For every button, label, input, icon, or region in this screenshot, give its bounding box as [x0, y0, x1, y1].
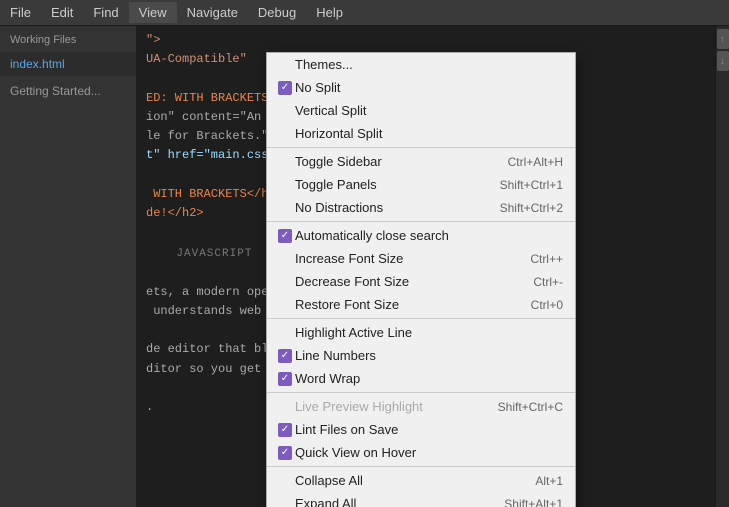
scrollbar: ↑ ↓: [715, 26, 729, 507]
dropdown-item-15[interactable]: ✓Lint Files on Save: [267, 418, 575, 441]
menu-item-debug[interactable]: Debug: [248, 2, 306, 23]
checkmark-12: ✓: [278, 349, 292, 363]
main-container: Working Files index.html Getting Started…: [0, 26, 729, 507]
dropdown-item-0[interactable]: Themes...: [267, 53, 575, 76]
code-line-0: ">: [146, 31, 705, 50]
shortcut-9: Ctrl+-: [533, 275, 563, 289]
menu-item-edit[interactable]: Edit: [41, 2, 83, 23]
separator-6: [267, 221, 575, 222]
menu-label-10: Restore Font Size: [295, 297, 521, 312]
dropdown-item-16[interactable]: ✓Quick View on Hover: [267, 441, 575, 464]
dropdown-item-11[interactable]: Highlight Active Line: [267, 321, 575, 344]
separator-3: [267, 147, 575, 148]
check-area-12: ✓: [275, 349, 295, 363]
dropdown-item-3[interactable]: Horizontal Split: [267, 122, 575, 145]
checkmark-15: ✓: [278, 423, 292, 437]
dropdown-item-9[interactable]: Decrease Font Size Ctrl+-: [267, 270, 575, 293]
shortcut-18: Shift+Alt+1: [504, 497, 563, 507]
menu-label-2: Vertical Split: [295, 103, 563, 118]
dropdown-item-14: Live Preview Highlight Shift+Ctrl+C: [267, 395, 575, 418]
menu-label-5: Toggle Panels: [295, 177, 490, 192]
shortcut-17: Alt+1: [535, 474, 563, 488]
menu-bar: FileEditFindViewNavigateDebugHelp: [0, 0, 729, 26]
menu-label-7: Automatically close search: [295, 228, 563, 243]
shortcut-5: Shift+Ctrl+1: [500, 178, 563, 192]
check-area-7: ✓: [275, 229, 295, 243]
menu-label-14: Live Preview Highlight: [295, 399, 488, 414]
dropdown-menu-container: Themes...✓No SplitVertical SplitHorizont…: [266, 52, 576, 507]
menu-label-15: Lint Files on Save: [295, 422, 563, 437]
dropdown-item-4[interactable]: Toggle Sidebar Ctrl+Alt+H: [267, 150, 575, 173]
separator-16: [267, 466, 575, 467]
check-area-16: ✓: [275, 446, 295, 460]
check-area-15: ✓: [275, 423, 295, 437]
dropdown-item-8[interactable]: Increase Font Size Ctrl++: [267, 247, 575, 270]
checkmark-13: ✓: [278, 372, 292, 386]
menu-item-navigate[interactable]: Navigate: [177, 2, 248, 23]
menu-label-8: Increase Font Size: [295, 251, 520, 266]
menu-label-0: Themes...: [295, 57, 563, 72]
shortcut-10: Ctrl+0: [531, 298, 563, 312]
separator-13: [267, 392, 575, 393]
checkmark-7: ✓: [278, 229, 292, 243]
dropdown-item-17[interactable]: Collapse All Alt+1: [267, 469, 575, 492]
menu-label-6: No Distractions: [295, 200, 490, 215]
menu-label-4: Toggle Sidebar: [295, 154, 498, 169]
shortcut-8: Ctrl++: [530, 252, 563, 266]
menu-label-11: Highlight Active Line: [295, 325, 563, 340]
menu-label-16: Quick View on Hover: [295, 445, 563, 460]
dropdown-item-6[interactable]: No Distractions Shift+Ctrl+2: [267, 196, 575, 219]
scroll-up-button[interactable]: ↑: [717, 29, 729, 49]
check-area-1: ✓: [275, 81, 295, 95]
menu-label-18: Expand All: [295, 496, 494, 507]
checkmark-1: ✓: [278, 81, 292, 95]
dropdown-item-1[interactable]: ✓No Split: [267, 76, 575, 99]
dropdown-item-13[interactable]: ✓Word Wrap: [267, 367, 575, 390]
file-item-index-html[interactable]: index.html: [0, 52, 136, 76]
shortcut-14: Shift+Ctrl+C: [498, 400, 563, 414]
separator-10: [267, 318, 575, 319]
getting-started[interactable]: Getting Started...: [0, 76, 136, 106]
menu-label-1: No Split: [295, 80, 563, 95]
view-dropdown-menu: Themes...✓No SplitVertical SplitHorizont…: [266, 52, 576, 507]
menu-item-find[interactable]: Find: [83, 2, 128, 23]
dropdown-item-7[interactable]: ✓Automatically close search: [267, 224, 575, 247]
menu-label-3: Horizontal Split: [295, 126, 563, 141]
dropdown-item-10[interactable]: Restore Font Size Ctrl+0: [267, 293, 575, 316]
file-list: index.html: [0, 52, 136, 76]
menu-item-view[interactable]: View: [129, 2, 177, 23]
menu-item-help[interactable]: Help: [306, 2, 353, 23]
scroll-down-button[interactable]: ↓: [717, 51, 729, 71]
dropdown-item-12[interactable]: ✓Line Numbers: [267, 344, 575, 367]
menu-label-17: Collapse All: [295, 473, 525, 488]
dropdown-item-5[interactable]: Toggle Panels Shift+Ctrl+1: [267, 173, 575, 196]
dropdown-item-2[interactable]: Vertical Split: [267, 99, 575, 122]
menu-label-9: Decrease Font Size: [295, 274, 523, 289]
menu-label-12: Line Numbers: [295, 348, 563, 363]
working-files-header: Working Files: [0, 26, 136, 52]
shortcut-6: Shift+Ctrl+2: [500, 201, 563, 215]
dropdown-item-18[interactable]: Expand All Shift+Alt+1: [267, 492, 575, 507]
checkmark-16: ✓: [278, 446, 292, 460]
shortcut-4: Ctrl+Alt+H: [508, 155, 563, 169]
sidebar: Working Files index.html Getting Started…: [0, 26, 136, 507]
check-area-13: ✓: [275, 372, 295, 386]
menu-label-13: Word Wrap: [295, 371, 563, 386]
menu-item-file[interactable]: File: [0, 2, 41, 23]
